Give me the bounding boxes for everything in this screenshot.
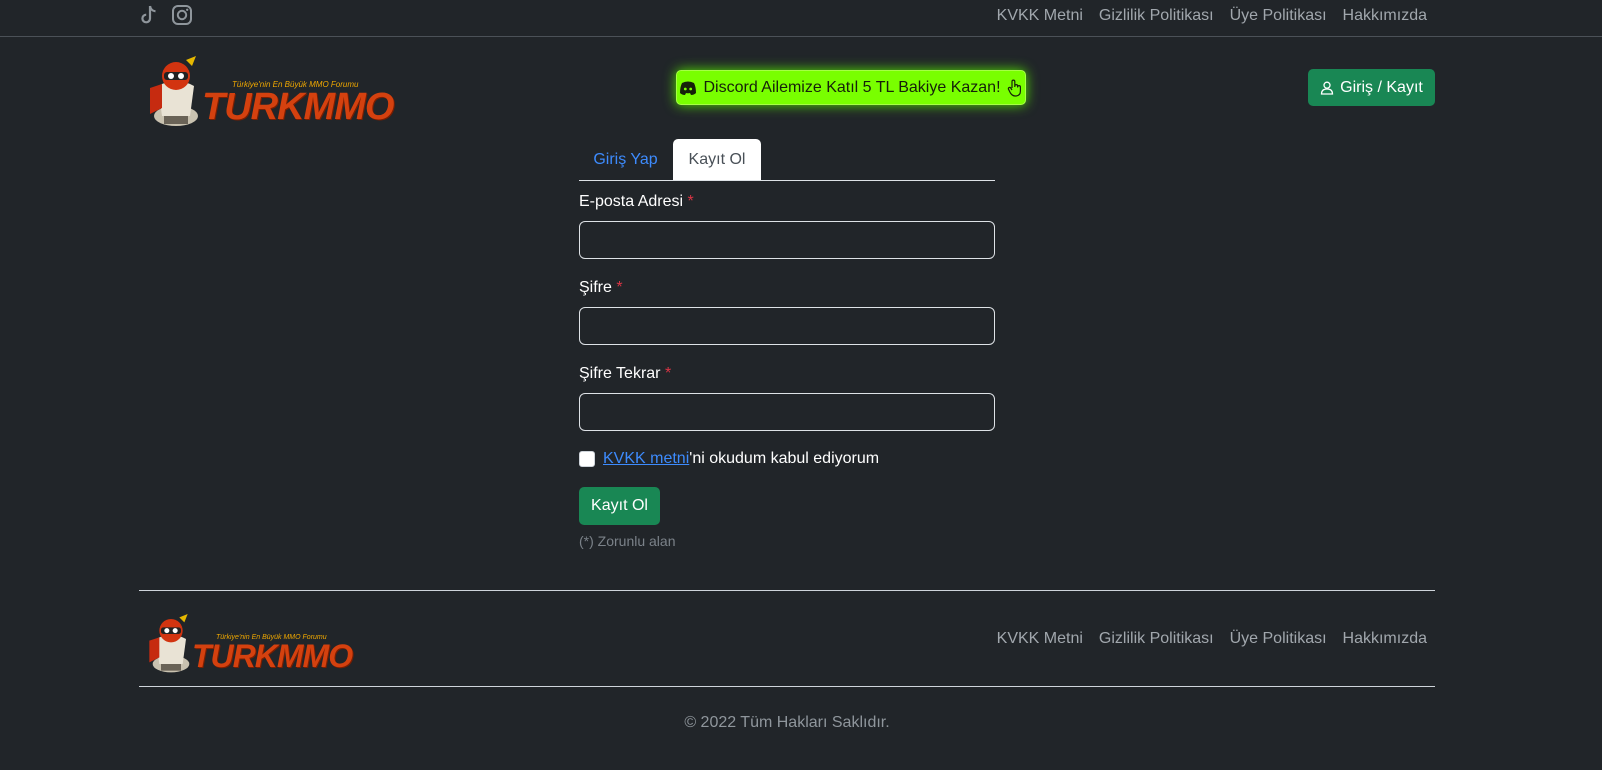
email-label-text: E-posta Adresi — [579, 193, 684, 210]
kvkk-consent-text: 'ni okudum kabul ediyorum — [689, 450, 880, 467]
top-link-member-policy[interactable]: Üye Politikası — [1230, 7, 1327, 25]
required-marker: * — [616, 279, 623, 296]
required-field-note: (*) Zorunlu alan — [579, 533, 676, 549]
login-register-label: Giriş / Kayıt — [1340, 78, 1423, 96]
footer-nav-links: KVKK Metni Gizlilik Politikası Üye Polit… — [997, 630, 1427, 648]
social-links — [139, 4, 193, 26]
discord-join-label: Discord Ailemize Katıl 5 TL Bakiye Kazan… — [703, 78, 1001, 96]
top-link-kvkk[interactable]: KVKK Metni — [997, 7, 1083, 25]
pointer-hand-icon — [1007, 79, 1021, 97]
discord-icon — [680, 81, 697, 95]
logo-wordmark: TURKMMO — [202, 86, 394, 128]
password-repeat-label: Şifre Tekrar * — [579, 365, 671, 383]
tiktok-icon[interactable] — [139, 4, 161, 26]
copyright-text: © 2022 Tüm Hakları Saklıdır. — [684, 714, 890, 731]
mascot-icon — [150, 56, 198, 126]
top-bar: KVKK Metni Gizlilik Politikası Üye Polit… — [0, 0, 1602, 37]
footer-divider-bottom — [139, 686, 1435, 687]
password-input[interactable] — [579, 307, 995, 345]
password-repeat-label-text: Şifre Tekrar — [579, 365, 661, 382]
required-marker: * — [687, 193, 694, 210]
footer-link-kvkk[interactable]: KVKK Metni — [997, 630, 1083, 648]
footer-logo-wordmark: TURKMMO — [192, 638, 353, 674]
email-label: E-posta Adresi * — [579, 193, 694, 211]
tab-register[interactable]: Kayıt Ol — [673, 139, 761, 180]
password-label-text: Şifre — [579, 279, 612, 296]
footer-logo[interactable]: Türkiye'nin En Büyük MMO Forumu TURKMMO — [146, 614, 353, 674]
instagram-icon[interactable] — [171, 4, 193, 26]
required-marker: * — [664, 365, 672, 382]
auth-tabs: Giriş Yap Kayıt Ol — [579, 139, 995, 181]
top-link-about[interactable]: Hakkımızda — [1343, 7, 1427, 25]
site-logo[interactable]: Türkiye'nin En Büyük MMO Forumu TURKMMO — [146, 56, 394, 128]
footer-link-privacy[interactable]: Gizlilik Politikası — [1099, 630, 1214, 648]
top-link-privacy[interactable]: Gizlilik Politikası — [1099, 7, 1214, 25]
footer-link-about[interactable]: Hakkımızda — [1343, 630, 1427, 648]
user-icon — [1321, 81, 1334, 95]
login-register-button[interactable]: Giriş / Kayıt — [1308, 69, 1435, 106]
kvkk-checkbox[interactable] — [579, 451, 595, 467]
footer-link-member-policy[interactable]: Üye Politikası — [1230, 630, 1327, 648]
email-input[interactable] — [579, 221, 995, 259]
kvkk-consent-label: KVKK metni'ni okudum kabul ediyorum — [603, 450, 879, 468]
top-nav-links: KVKK Metni Gizlilik Politikası Üye Polit… — [997, 7, 1427, 25]
password-repeat-input[interactable] — [579, 393, 995, 431]
tab-login[interactable]: Giriş Yap — [579, 139, 672, 180]
register-submit-button[interactable]: Kayıt Ol — [579, 487, 660, 525]
mascot-icon — [149, 614, 190, 673]
kvkk-link[interactable]: KVKK metni — [603, 450, 689, 467]
discord-join-button[interactable]: Discord Ailemize Katıl 5 TL Bakiye Kazan… — [676, 70, 1026, 105]
footer-divider-top — [139, 590, 1435, 591]
password-label: Şifre * — [579, 279, 623, 297]
